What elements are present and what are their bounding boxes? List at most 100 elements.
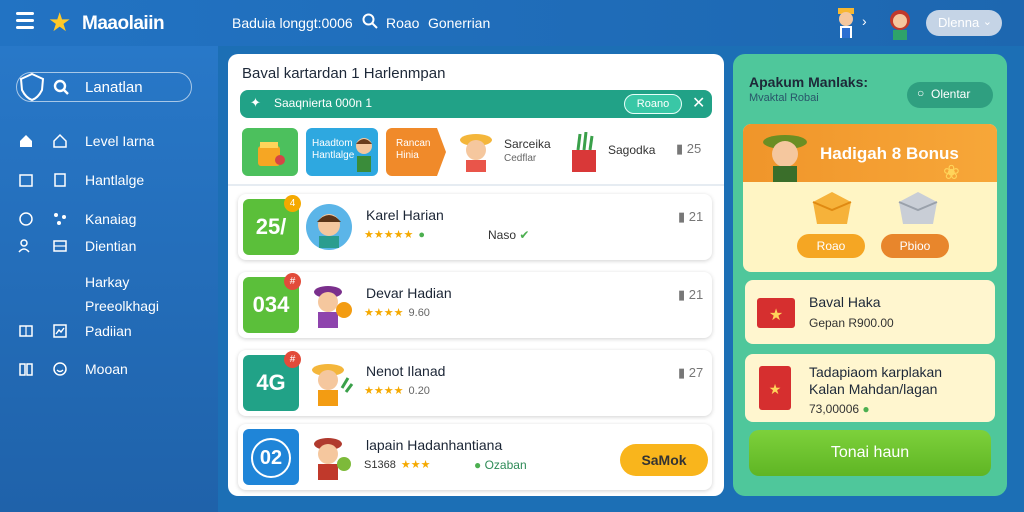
silver-chest-icon xyxy=(898,192,938,224)
red-gift-icon: ★ xyxy=(757,298,795,328)
extra-label: Naso xyxy=(488,228,517,242)
reward-sub: 73,00006 ● xyxy=(809,402,870,416)
bonus-card: Hadigah 8 Bonus ❀ Roao Pbioo xyxy=(743,124,997,272)
category-sub: Cedflar xyxy=(504,153,537,164)
check-icon: ● xyxy=(418,229,426,241)
sidebar-item-label: Level Iarna xyxy=(85,133,155,149)
star-rating: S1368 ★★★ xyxy=(364,458,430,471)
list-item[interactable]: 25/ 4 Karel Harian ★★★★★ ● Naso ✔ ▮ 21 xyxy=(238,194,712,260)
sidebar-item-label: Padiian xyxy=(85,323,132,339)
list-item[interactable]: 4G # Nenot Ilanad ★★★★ 0.20 ▮ 27 xyxy=(238,350,712,416)
item-extra: ● Ozaban xyxy=(474,458,527,472)
svg-text:★: ★ xyxy=(769,382,782,398)
rating-value: 0.20 xyxy=(408,385,430,397)
pill-label: Olentar xyxy=(931,87,971,101)
level-badge: 02 xyxy=(243,429,299,485)
stars-value: ★★★★ xyxy=(364,307,404,319)
main-panel: Baval kartardan 1 Harlenmpan ✦ Saaqniert… xyxy=(228,54,724,496)
rating-value: S1368 xyxy=(364,459,396,471)
cowgirl-character-icon xyxy=(460,134,492,172)
bonus-title: Hadigah 8 Bonus xyxy=(820,144,959,163)
treasure-bucket-icon xyxy=(258,142,285,166)
list-item[interactable]: 034 # Devar Hadian ★★★★ 9.60 ▮ 21 xyxy=(238,272,712,338)
house-outline-icon xyxy=(53,133,67,148)
sidebar-item-label: Kanaiag xyxy=(85,211,137,227)
reward-sub-value: 73,00006 xyxy=(809,402,860,416)
item-count: ▮ 21 xyxy=(678,287,703,303)
category-tile-haadtom[interactable]: Haadtom Hantlalge xyxy=(306,128,378,176)
tag-icon: ▮ xyxy=(678,365,686,380)
close-icon[interactable]: ✕ xyxy=(692,93,705,113)
kid-avatar-icon[interactable] xyxy=(832,6,860,40)
avatar xyxy=(314,438,351,480)
girl-avatar-icon[interactable] xyxy=(886,6,914,40)
item-name: Devar Hadian xyxy=(366,285,452,301)
count-value: 27 xyxy=(688,365,704,380)
banner-text: Saaqnierta 000n 1 xyxy=(274,96,373,110)
menu-icon[interactable] xyxy=(16,12,34,29)
sidebar-item-label: Mooan xyxy=(85,361,128,377)
book-icon xyxy=(19,363,33,376)
badge-dot: # xyxy=(284,351,301,368)
search-icon[interactable] xyxy=(362,13,378,29)
sidebar-item-label: Hantlalge xyxy=(85,172,145,188)
check-icon: ✔ xyxy=(519,228,530,242)
item-count: ▮ 21 xyxy=(678,209,703,225)
reward-card[interactable]: ★ Tadapiaom karplakan Kalan Mahdan/lagan… xyxy=(745,354,995,422)
panel-subtitle: Mvaktal Robai xyxy=(749,92,819,104)
avatar xyxy=(314,286,352,328)
circle-icon: ○ xyxy=(917,86,925,100)
gift-icon: ❀ xyxy=(943,162,960,184)
star-rating: ★★★★ 0.20 xyxy=(364,384,430,397)
check-icon: ● xyxy=(862,402,870,416)
chart-icon xyxy=(53,324,67,338)
banner-button[interactable]: Roano xyxy=(624,94,682,114)
stars-value: ★★★ xyxy=(400,459,431,471)
item-extra: Naso ✔ xyxy=(488,228,529,242)
category-row: Haadtom Hantlalge Rancan Hinia Sarceika … xyxy=(228,124,724,186)
list-item[interactable]: 02 lapain Hadanhantiana S1368 ★★★ ● Ozab… xyxy=(238,424,712,490)
reward-sub: Gepan R900.00 xyxy=(809,316,894,330)
category-tile-rancan[interactable]: Rancan Hinia xyxy=(386,128,446,176)
star-rating: ★★★★★ ● xyxy=(364,228,425,241)
check-icon: ● xyxy=(474,458,482,472)
grid-icon xyxy=(19,325,33,337)
top-link-balance[interactable]: Baduia longgt:0006 xyxy=(232,15,353,31)
reward-title: Baval Haka xyxy=(809,294,881,310)
top-bar: ★ Maaolaiin Baduia longgt:0006 Roao Gone… xyxy=(0,0,1024,46)
user-menu-label: Dlenna xyxy=(938,15,980,30)
reward-card[interactable]: ★ Baval Haka Gepan R900.00 xyxy=(745,280,995,344)
right-panel: Apakum Manlaks: Mvaktal Robai ○ Olentar H… xyxy=(733,54,1007,496)
bonus-button-silver[interactable]: Pbioo xyxy=(881,234,949,258)
sidebar-search-label: Lanatlan xyxy=(85,79,143,96)
category-name: Sarceika xyxy=(504,137,551,151)
tag-icon: ▮ xyxy=(678,209,686,224)
star-logo-icon: ★ xyxy=(48,7,72,37)
smile-icon xyxy=(53,362,67,376)
home-icon xyxy=(20,135,32,147)
category-tile-treasure[interactable] xyxy=(242,128,298,176)
item-name: lapain Hadanhantiana xyxy=(366,437,502,453)
sparkle-icon: ✦ xyxy=(250,95,261,110)
category-label: Haadtom Hantlalge xyxy=(312,138,355,161)
badge-dot: 4 xyxy=(284,195,301,212)
sidebar-search-field[interactable]: Lanatlan xyxy=(16,72,192,102)
top-link-general[interactable]: Gonerrian xyxy=(428,15,490,31)
category-name: Sagodka xyxy=(608,143,656,157)
item-name: Karel Harian xyxy=(366,207,444,223)
action-button[interactable]: SaMok xyxy=(620,444,708,476)
user-menu-button[interactable]: Dlenna ⌄ xyxy=(926,10,1002,36)
top-link-search[interactable]: Roao xyxy=(386,15,419,31)
red-book-icon: ★ xyxy=(759,366,791,410)
badge-dot: # xyxy=(284,273,301,290)
item-count: ▮ 27 xyxy=(678,365,703,381)
table-icon xyxy=(53,240,67,252)
bonus-button-gold[interactable]: Roao xyxy=(797,234,865,258)
users-icon xyxy=(18,239,30,253)
network-icon xyxy=(54,213,66,225)
cta-button[interactable]: Tonai haun xyxy=(749,430,991,476)
count-value: 25 xyxy=(686,141,702,156)
panel-pill-button[interactable]: ○ Olentar xyxy=(907,82,993,108)
page-title: Baval kartardan 1 Harlenmpan xyxy=(242,65,446,82)
sidebar-item-label: Harkay xyxy=(85,274,130,290)
